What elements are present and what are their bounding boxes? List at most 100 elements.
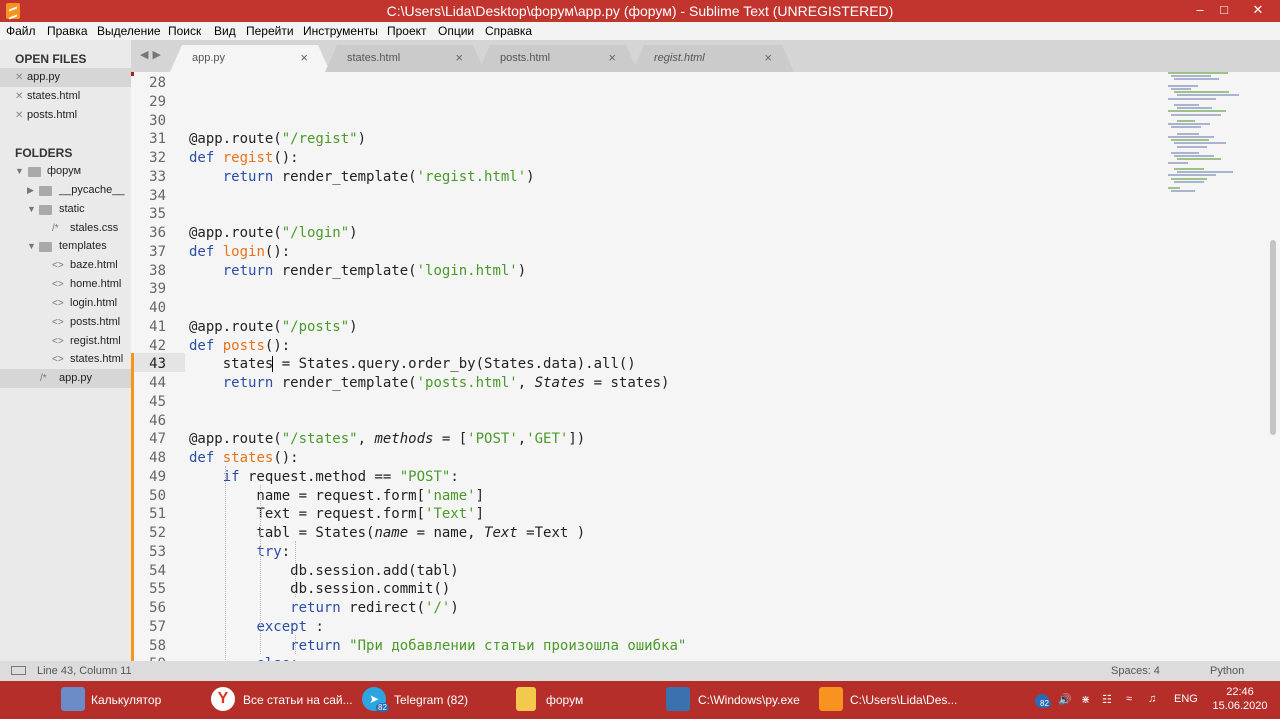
volume-icon[interactable]: ♫ (1148, 693, 1156, 705)
code-line[interactable]: try: (189, 543, 1169, 562)
close-file-icon[interactable]: ✕ (15, 106, 23, 125)
menu-project[interactable]: Проект (387, 24, 427, 38)
code-line[interactable]: db.session.commit() (189, 580, 1169, 599)
close-button[interactable]: ✕ (1236, 0, 1280, 22)
chevron-right-icon[interactable]: ▶ (27, 181, 34, 200)
code-line[interactable] (189, 112, 1169, 131)
close-file-icon[interactable]: ✕ (15, 68, 23, 87)
system-clock[interactable]: 22:46 15.06.2020 (1210, 685, 1270, 713)
menu-goto[interactable]: Перейти (246, 24, 294, 38)
open-file-item[interactable]: ✕ app.py (0, 68, 131, 87)
code-line[interactable] (189, 280, 1169, 299)
file-item[interactable]: /* stales.css (0, 219, 131, 238)
indent-guide (295, 635, 296, 654)
menu-find[interactable]: Поиск (168, 24, 201, 38)
taskbar-folder[interactable]: форум (510, 681, 660, 719)
taskbar-yandex-browser[interactable]: Y Все статьи на сай... (205, 681, 355, 719)
code-line[interactable]: def regist(): (189, 149, 1169, 168)
maximize-button[interactable]: □ (1212, 0, 1236, 22)
menu-selection[interactable]: Выделение (97, 24, 161, 38)
code-line[interactable]: @app.route("/posts") (189, 318, 1169, 337)
window-title: C:\Users\Lida\Desktop\форум\app.py (фору… (386, 3, 894, 19)
folder-item[interactable]: ▼ форум (0, 162, 131, 181)
menu-preferences[interactable]: Опции (438, 24, 474, 38)
code-line[interactable] (189, 299, 1169, 318)
code-line[interactable] (189, 393, 1169, 412)
vertical-scrollbar[interactable] (1270, 240, 1276, 435)
code-line[interactable]: return render_template('regist.html') (189, 168, 1169, 187)
folder-item[interactable]: ▼ static (0, 200, 131, 219)
folder-item[interactable]: ▼ templates (0, 237, 131, 256)
code-line[interactable] (189, 187, 1169, 206)
code-line[interactable]: return render_template('login.html') (189, 262, 1169, 281)
minimap[interactable] (1160, 72, 1270, 202)
minimap-line (1171, 177, 1207, 180)
chevron-down-icon[interactable]: ▼ (27, 200, 36, 219)
bluetooth-icon[interactable]: ⋇ (1081, 693, 1090, 706)
folder-item[interactable]: ▶ __pycache__ (0, 181, 131, 200)
tab-posts-html[interactable]: posts.html × (478, 45, 638, 72)
menu-file[interactable]: Файл (6, 24, 36, 38)
taskbar-calculator[interactable]: Калькулятор (55, 681, 205, 719)
close-file-icon[interactable]: ✕ (15, 87, 23, 106)
code-line[interactable]: db.session.add(tabl) (189, 562, 1169, 581)
minimize-button[interactable]: – (1188, 0, 1212, 22)
file-item[interactable]: <> posts.html (0, 313, 131, 332)
code-line[interactable]: def posts(): (189, 337, 1169, 356)
code-line[interactable]: except : (189, 618, 1169, 637)
code-line[interactable]: return "При добавлении статьи произошла … (189, 637, 1169, 656)
code-line[interactable]: tabl = States(name = name, Text =Text ) (189, 524, 1169, 543)
code-line[interactable]: name = request.form['name'] (189, 487, 1169, 506)
code-line[interactable]: @app.route("/states", methods = ['POST',… (189, 430, 1169, 449)
panel-toggle-icon[interactable] (11, 666, 26, 675)
close-tab-icon[interactable]: × (300, 50, 308, 65)
code-line[interactable]: @app.route("/regist") (189, 130, 1169, 149)
line-number: 58 (149, 638, 166, 654)
menu-tools[interactable]: Инструменты (303, 24, 378, 38)
file-item[interactable]: <> regist.html (0, 332, 131, 351)
code-editor[interactable]: 28 29 30 31 32 33 34 35 36 37 38 39 40 41 42 43 44 45 46 47… (131, 72, 1280, 661)
code-line[interactable] (189, 74, 1169, 93)
open-file-item[interactable]: ✕ states.html (0, 87, 131, 106)
tab-states-html[interactable]: states.html × (325, 45, 485, 72)
code-line[interactable] (189, 412, 1169, 431)
taskbar-sublime-text[interactable]: C:\Users\Lida\Des... (815, 681, 965, 719)
close-tab-icon[interactable]: × (608, 50, 616, 65)
menu-help[interactable]: Справка (485, 24, 532, 38)
code-line[interactable]: def states(): (189, 449, 1169, 468)
file-item[interactable]: <> baze.html (0, 256, 131, 275)
open-file-item[interactable]: ✕ posts.html (0, 106, 131, 125)
network-icon[interactable]: ☷ (1102, 693, 1112, 706)
taskbar-python-console[interactable]: C:\Windows\py.exe (662, 681, 812, 719)
tab-regist-html[interactable]: regist.html × (632, 45, 794, 72)
file-item[interactable]: <> states.html (0, 350, 131, 369)
file-item[interactable]: <> home.html (0, 275, 131, 294)
minimap-line (1168, 123, 1210, 126)
close-tab-icon[interactable]: × (455, 50, 463, 65)
language-indicator[interactable]: ENG (1174, 693, 1198, 705)
wifi-icon[interactable]: ≈ (1126, 693, 1132, 705)
code-line[interactable]: return redirect('/') (189, 599, 1169, 618)
chevron-down-icon[interactable]: ▼ (27, 237, 36, 256)
code-line[interactable]: @app.route("/login") (189, 224, 1169, 243)
close-tab-icon[interactable]: × (764, 50, 772, 65)
code-line[interactable] (189, 205, 1169, 224)
code-line[interactable] (189, 93, 1169, 112)
taskbar-telegram[interactable]: ➤ 82 Telegram (82) (358, 681, 508, 719)
code-line[interactable]: def login(): (189, 243, 1169, 262)
file-item[interactable]: <> login.html (0, 294, 131, 313)
code-line[interactable]: return render_template('posts.html', Sta… (189, 374, 1169, 393)
menu-view[interactable]: Вид (214, 24, 236, 38)
code-line[interactable]: if request.method == "POST": (189, 468, 1169, 487)
code-line[interactable]: Text = request.form['Text'] (189, 505, 1169, 524)
tab-app-py[interactable]: app.py × (170, 45, 330, 72)
code-line[interactable]: states = States.query.order_by(States.da… (189, 355, 1169, 374)
tab-scroll-arrows-icon[interactable]: ◀▶ (140, 48, 165, 61)
status-bar: Line 43, Column 11 Spaces: 4 Python (0, 661, 1280, 681)
speaker-icon[interactable]: 🔊 (1058, 693, 1072, 706)
file-item[interactable]: /* app.py (0, 369, 131, 388)
chevron-down-icon[interactable]: ▼ (15, 162, 24, 181)
menu-edit[interactable]: Правка (47, 24, 88, 38)
indentation-setting[interactable]: Spaces: 4 (1111, 665, 1160, 677)
syntax-setting[interactable]: Python (1210, 665, 1244, 677)
